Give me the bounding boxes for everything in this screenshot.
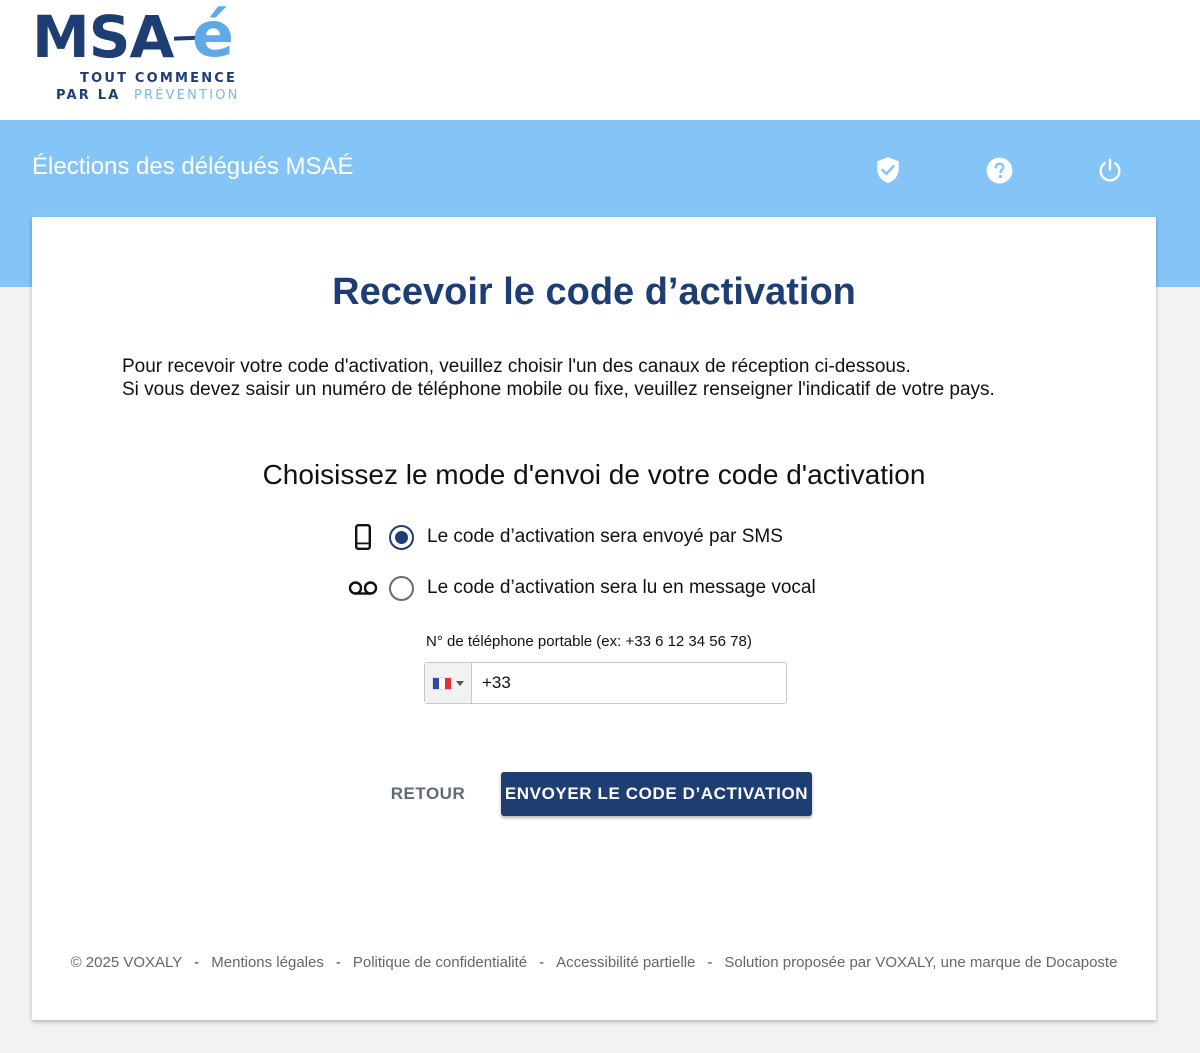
phone-field-label: N° de téléphone portable (ex: +33 6 12 3…	[426, 633, 752, 650]
option-voicemail[interactable]: Le code d’activation sera lu en message …	[348, 573, 816, 603]
activation-card: Recevoir le code d’activation Pour recev…	[32, 217, 1156, 1020]
help-icon[interactable]	[984, 155, 1014, 185]
option-voicemail-label: Le code d’activation sera lu en message …	[427, 577, 816, 598]
logo-tagline-2: PAR LA PRÉVENTION	[56, 88, 240, 103]
msae-logo: MSA é TOUT COMMENCE PAR LA PRÉVENTION	[32, 0, 272, 106]
footer-separator: -	[194, 954, 200, 971]
mode-subtitle: Choisissez le mode d'envoi de votre code…	[262, 459, 926, 490]
footer-separator: -	[707, 954, 713, 971]
back-button[interactable]: RETOUR	[376, 772, 480, 816]
footer-link-legal[interactable]: Mentions légales	[211, 954, 324, 971]
footer-separator: -	[539, 954, 545, 971]
voicemail-icon	[348, 573, 378, 603]
smartphone-icon	[348, 522, 378, 552]
intro-line-1: Pour recevoir votre code d'activation, v…	[122, 356, 911, 377]
power-icon[interactable]	[1095, 155, 1125, 185]
country-selector[interactable]	[425, 663, 472, 703]
footer: © 2025 VOXALY - Mentions légales - Polit…	[32, 954, 1156, 971]
logo-tagline-2b: PRÉVENTION	[133, 88, 240, 103]
footer-separator: -	[335, 954, 341, 971]
option-sms[interactable]: Le code d’activation sera envoyé par SMS	[348, 522, 783, 552]
footer-link-privacy[interactable]: Politique de confidentialité	[353, 954, 527, 971]
intro-text: Pour recevoir votre code d'activation, v…	[122, 355, 1102, 401]
logo-tagline-1: TOUT COMMENCE	[80, 71, 238, 86]
logo-tagline-2a: PAR LA	[56, 88, 121, 103]
shield-check-icon[interactable]	[873, 155, 903, 185]
page-title: Recevoir le code d’activation	[332, 271, 856, 313]
footer-link-accessibility[interactable]: Accessibilité partielle	[556, 954, 695, 971]
option-sms-label: Le code d’activation sera envoyé par SMS	[427, 526, 783, 547]
footer-copyright: © 2025 VOXALY	[70, 954, 183, 971]
footer-credit[interactable]: Solution proposée par VOXALY, une marque…	[724, 954, 1117, 971]
logo-bar: MSA é TOUT COMMENCE PAR LA PRÉVENTION	[0, 0, 1200, 120]
phone-field	[424, 662, 787, 704]
phone-input[interactable]	[472, 663, 786, 703]
chevron-down-icon	[456, 680, 464, 686]
send-code-button[interactable]: ENVOYER LE CODE D’ACTIVATION	[501, 772, 812, 816]
logo-accent-text: é	[192, 0, 235, 71]
radio-voicemail[interactable]	[389, 575, 414, 601]
page-header-title: Élections des délégués MSAÉ	[32, 153, 354, 180]
logo-main-text: MSA	[32, 3, 174, 71]
france-flag-icon	[432, 676, 452, 690]
radio-sms[interactable]	[389, 524, 414, 550]
intro-line-2: Si vous devez saisir un numéro de téléph…	[122, 379, 995, 400]
